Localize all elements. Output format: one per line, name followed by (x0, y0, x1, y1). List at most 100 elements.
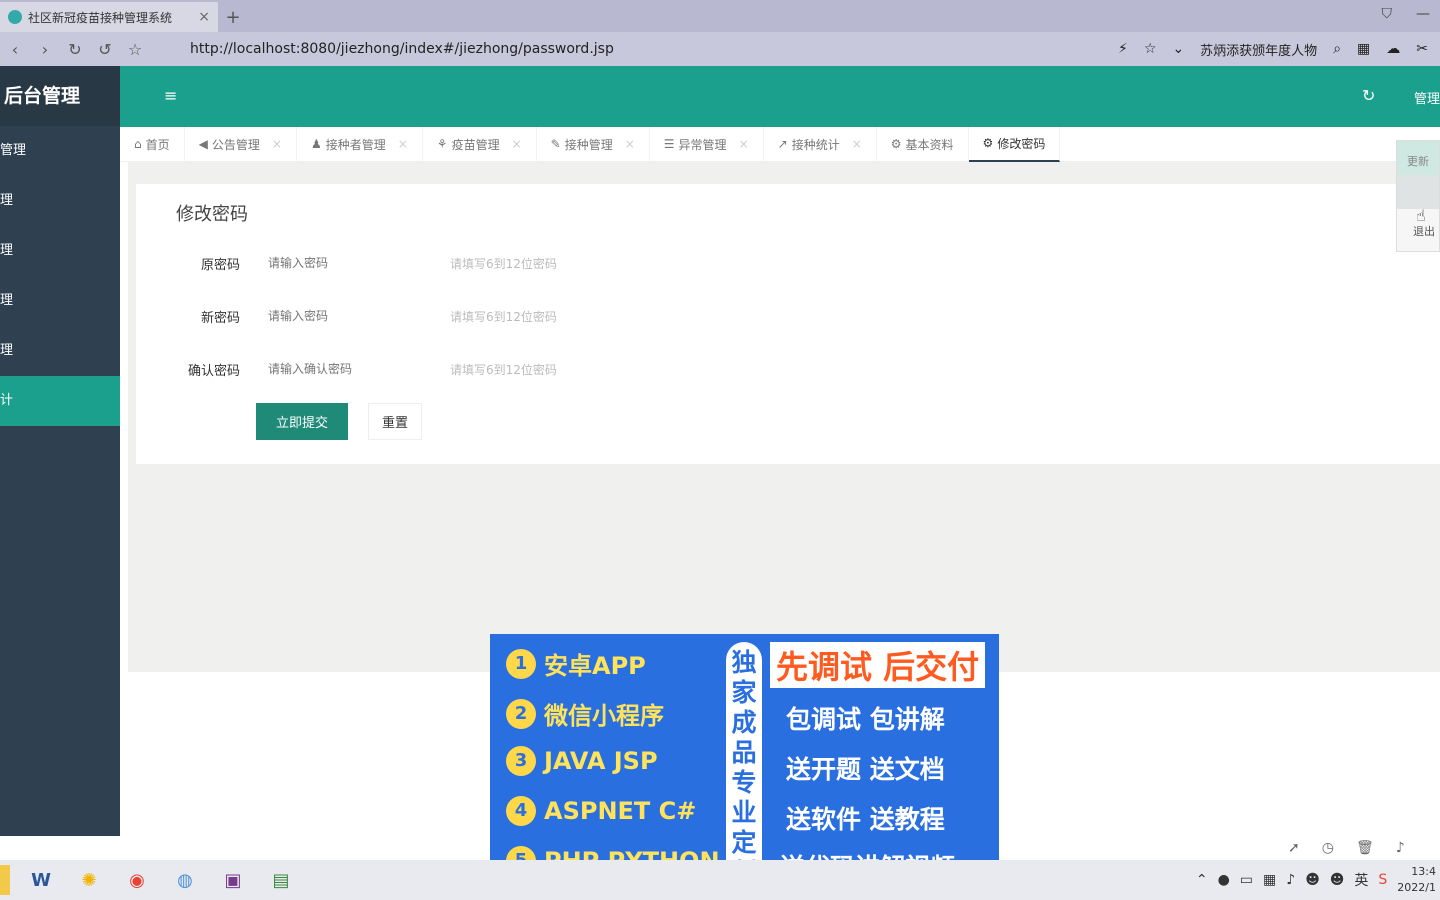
admin-menu[interactable]: 管理 (1414, 88, 1440, 107)
ad-line-1: 包调试 包讲解 (786, 705, 945, 734)
close-icon[interactable]: × (512, 137, 522, 151)
window-controls: ⛉ — (1382, 6, 1431, 22)
search-icon[interactable]: ⌕ (1333, 41, 1341, 57)
tab-icon: ↗ (777, 137, 788, 151)
old-password-label: 原密码 (200, 257, 240, 273)
submit-button[interactable]: 立即提交 (256, 403, 348, 440)
address-bar: ‹ › ↻ ↺ ☆ http://localhost:8080/jiezhong… (0, 32, 1440, 66)
forward-icon[interactable]: › (30, 40, 60, 59)
back-icon[interactable]: ‹ (0, 40, 30, 59)
minimize-icon[interactable]: — (1416, 6, 1430, 22)
apps-icon[interactable]: ▦ (1357, 41, 1370, 57)
confirm-password-row: 确认密码 请填写6到12位密码 (136, 350, 557, 388)
mic-icon[interactable]: ● (1218, 872, 1230, 888)
ad-item-2: 2 微信小程序 (506, 696, 664, 731)
close-icon[interactable]: × (852, 137, 862, 151)
page-tab[interactable]: ♟ 接种者管理 × (297, 126, 423, 162)
page-tab[interactable]: ✎ 接种管理 × (537, 126, 650, 162)
reset-button[interactable]: 重置 (368, 403, 422, 440)
new-password-hint: 请填写6到12位密码 (450, 309, 557, 324)
tab-label: 接种者管理 (325, 137, 386, 152)
url-field[interactable]: http://localhost:8080/jiezhong/index#/ji… (190, 41, 970, 57)
lightning-icon[interactable]: ⚡ (1118, 41, 1128, 57)
favicon-icon (8, 10, 22, 24)
page-tab[interactable]: ⚙ 基本资料 (877, 126, 969, 162)
qq-icon[interactable]: ☻ (1305, 872, 1320, 888)
network-icon[interactable]: ▦ (1263, 872, 1276, 888)
confirm-password-hint: 请填写6到12位密码 (450, 362, 557, 377)
hot-search-link[interactable]: 苏炳添获颁年度人物 (1200, 40, 1317, 59)
tab-icon: ◀ (198, 137, 208, 151)
close-icon[interactable]: × (739, 137, 749, 151)
refresh-icon[interactable]: ↻ (1362, 86, 1375, 105)
hand-cursor-icon: ☝ (1416, 206, 1426, 225)
dropdown-item-blank[interactable] (1397, 175, 1439, 209)
sidebar-item-2[interactable]: 理 (0, 176, 120, 226)
sidebar-item-6[interactable]: 计 (0, 376, 120, 426)
close-icon[interactable]: × (625, 137, 635, 151)
clock[interactable]: 13:4 2022/1 (1397, 864, 1436, 896)
ad-line-3: 送软件 送教程 (786, 805, 945, 834)
tab-label: 公告管理 (211, 137, 260, 152)
cloud-icon[interactable]: ☁ (1386, 41, 1400, 57)
s-icon[interactable]: S (1378, 872, 1387, 888)
globe-icon[interactable]: ◍ (168, 865, 202, 895)
floating-tools: ➚ ◷ 🗑 ♪ (1288, 840, 1405, 856)
close-tab-icon[interactable]: × (198, 9, 210, 25)
sidebar-item-4[interactable]: 理 (0, 276, 120, 326)
start-partial-icon[interactable] (0, 865, 10, 895)
ime-icon[interactable]: 英 (1354, 870, 1368, 890)
page-tab[interactable]: ⌂ 首页 (120, 126, 185, 162)
sound-icon[interactable]: ♪ (1396, 840, 1405, 856)
qq-icon-2[interactable]: ☻ (1330, 872, 1345, 888)
page-tab[interactable]: ↗ 接种统计 × (764, 126, 877, 162)
sidebar-brand: 后台管理 (0, 66, 120, 126)
sidebar-item-1[interactable]: 管理 (0, 126, 120, 176)
ad-line-2: 送开题 送文档 (786, 755, 945, 784)
game-icon[interactable]: ▣ (216, 865, 250, 895)
chevron-down-icon[interactable]: ⌄ (1172, 41, 1184, 57)
star-icon[interactable]: ☆ (120, 40, 150, 59)
reload-icon[interactable]: ↻ (60, 40, 90, 59)
trash-icon[interactable]: 🗑 (1356, 840, 1374, 856)
browser-titlebar: 社区新冠疫苗接种管理系统 × + ⛉ — (0, 0, 1440, 32)
old-password-input[interactable] (256, 245, 436, 281)
confirm-password-label: 确认密码 (187, 363, 240, 379)
chrome-icon[interactable]: ◉ (120, 865, 154, 895)
tab-label: 疫苗管理 (451, 137, 500, 152)
page-tab[interactable]: ☰ 异常管理 × (650, 126, 764, 162)
page-tab[interactable]: ⚙ 修改密码 (968, 126, 1061, 162)
word-icon[interactable]: W (24, 865, 58, 895)
scissors-icon[interactable]: ✂ (1416, 41, 1428, 57)
menu-toggle-icon[interactable]: ≡ (164, 86, 177, 105)
display-icon[interactable]: ▭ (1240, 872, 1253, 888)
sun-icon[interactable]: ✺ (72, 865, 106, 895)
ad-vertical-text: 独家成品专业定制 (726, 642, 762, 888)
undo-icon[interactable]: ↺ (90, 40, 120, 59)
sidebar-item-3[interactable]: 理 (0, 226, 120, 276)
close-icon[interactable]: × (272, 137, 282, 151)
shirt-icon[interactable]: ⛉ (1382, 6, 1393, 22)
page-tab[interactable]: ◀ 公告管理 × (185, 126, 297, 162)
tab-label: 接种管理 (564, 137, 613, 152)
sidebar-item-5[interactable]: 理 (0, 326, 120, 376)
chart-app-icon[interactable]: ▤ (264, 865, 298, 895)
admin-dropdown: 更新 退出 (1396, 140, 1440, 252)
bookmark-icon[interactable]: ☆ (1144, 41, 1157, 57)
browser-tab[interactable]: 社区新冠疫苗接种管理系统 × (0, 2, 218, 32)
confirm-password-input[interactable] (256, 351, 436, 387)
close-icon[interactable]: × (398, 137, 408, 151)
volume-icon[interactable]: ♪ (1286, 872, 1295, 888)
old-password-hint: 请填写6到12位密码 (450, 256, 557, 271)
history-icon[interactable]: ◷ (1322, 840, 1334, 856)
tab-icon: ♟ (310, 137, 322, 151)
sidebar: 后台管理 管理 理 理 理 理 计 (0, 66, 120, 836)
page-tab[interactable]: ⚘ 疫苗管理 × (423, 126, 537, 162)
new-password-input[interactable] (256, 298, 436, 334)
dropdown-item-update[interactable]: 更新 (1397, 141, 1439, 175)
new-tab-button[interactable]: + (218, 4, 248, 32)
chevron-up-icon[interactable]: ⌃ (1196, 872, 1208, 888)
rocket-icon[interactable]: ➚ (1288, 840, 1300, 856)
tab-icon: ⚘ (436, 137, 448, 151)
ad-item-1: 1 安卓APP (506, 646, 646, 681)
